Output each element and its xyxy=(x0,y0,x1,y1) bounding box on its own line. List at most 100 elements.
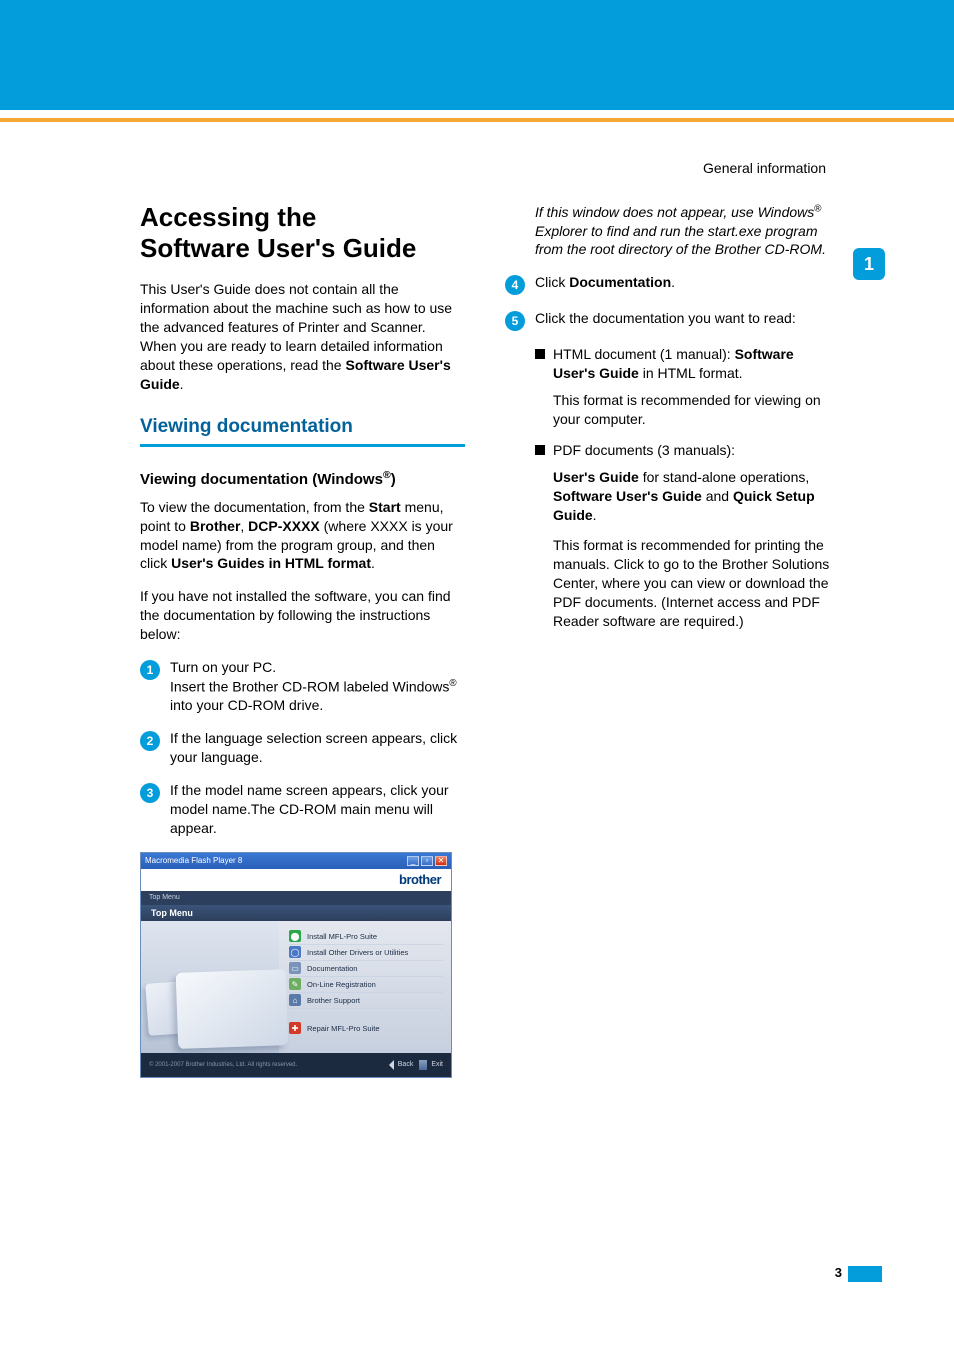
content-area: Accessing the Software User's Guide This… xyxy=(140,202,830,1078)
exit-button: Exit xyxy=(419,1060,443,1070)
title-line-2: Software User's Guide xyxy=(140,233,416,263)
close-icon: ✕ xyxy=(435,856,447,866)
b2sb: for stand-alone operations, xyxy=(639,469,809,485)
pencil-icon: ✎ xyxy=(289,978,301,990)
bullet-html-text: HTML document (1 manual): Software User'… xyxy=(553,345,830,383)
s4c: . xyxy=(671,274,675,290)
menu-item-install-suite: ⬤ Install MFL-Pro Suite xyxy=(289,929,443,945)
exit-icon xyxy=(419,1060,427,1070)
top-menu-header: Top Menu xyxy=(141,905,451,921)
step-2-text: If the language selection screen appears… xyxy=(170,729,465,767)
bullet-pdf-sub1: User's Guide for stand-alone operations,… xyxy=(553,468,830,525)
p2h: User's Guides in HTML format xyxy=(171,555,371,571)
installer-body: ⬤ Install MFL-Pro Suite ◯ Install Other … xyxy=(141,921,451,1053)
menu-label: Documentation xyxy=(307,964,357,973)
back-button: Back xyxy=(384,1060,414,1070)
maximize-icon: ▫ xyxy=(421,856,433,866)
home-icon: ⌂ xyxy=(289,994,301,1006)
bullet-pdf-sub2: This format is recommended for printing … xyxy=(553,536,830,630)
step-number-1: 1 xyxy=(140,660,160,680)
b2sa: User's Guide xyxy=(553,469,639,485)
installer-screenshot: Macromedia Flash Player 8 _ ▫ ✕ brother … xyxy=(140,852,452,1078)
square-bullet-icon xyxy=(535,445,545,455)
note-b: Explorer to find and run the start.exe p… xyxy=(535,223,826,258)
menu-label: Brother Support xyxy=(307,996,360,1005)
s1a: Turn on your PC. xyxy=(170,659,276,675)
note-paragraph: If this window does not appear, use Wind… xyxy=(535,202,830,259)
top-banner xyxy=(0,0,954,118)
page-number-bar xyxy=(848,1266,882,1282)
step-1: 1 Turn on your PC. Insert the Brother CD… xyxy=(140,658,465,715)
menu-item-support: ⌂ Brother Support xyxy=(289,993,443,1009)
minimize-icon: _ xyxy=(407,856,419,866)
chapter-tab: 1 xyxy=(853,248,885,280)
step-2: 2 If the language selection screen appea… xyxy=(140,729,465,767)
registered-mark: ® xyxy=(383,469,391,481)
menu-label: On-Line Registration xyxy=(307,980,376,989)
page-number: 3 xyxy=(835,1265,842,1280)
b2sc: Software User's Guide xyxy=(553,488,702,504)
s1sup: ® xyxy=(449,678,456,689)
step-4-text: Click Documentation. xyxy=(535,273,830,292)
step-3-text: If the model name screen appears, click … xyxy=(170,781,465,838)
p2b: Start xyxy=(369,499,401,515)
plus-icon: ✚ xyxy=(289,1022,301,1034)
subsection-heading: Viewing documentation (Windows®) xyxy=(140,469,465,488)
disc-icon: ⬤ xyxy=(289,930,301,942)
step-number-4: 4 xyxy=(505,275,525,295)
step-1-text: Turn on your PC. Insert the Brother CD-R… xyxy=(170,658,465,715)
instructions-intro: If you have not installed the software, … xyxy=(140,587,465,644)
page-title: Accessing the Software User's Guide xyxy=(140,202,465,264)
running-header: General information xyxy=(703,160,826,176)
p2a: To view the documentation, from the xyxy=(140,499,369,515)
b2sd: and xyxy=(702,488,733,504)
bullet-html-sub: This format is recommended for viewing o… xyxy=(553,391,830,429)
s4b: Documentation xyxy=(569,274,671,290)
p2f: DCP-XXXX xyxy=(248,518,320,534)
menu-item-other-drivers: ◯ Install Other Drivers or Utilities xyxy=(289,945,443,961)
menu-item-repair: ✚ Repair MFL-Pro Suite xyxy=(289,1021,443,1037)
banner-orange-strip xyxy=(0,118,954,122)
menu-label: Install Other Drivers or Utilities xyxy=(307,948,408,957)
step-5-bullets: HTML document (1 manual): Software User'… xyxy=(535,345,830,631)
installer-menu: ⬤ Install MFL-Pro Suite ◯ Install Other … xyxy=(279,921,451,1053)
exit-label: Exit xyxy=(431,1061,443,1068)
h3-suffix: ) xyxy=(391,471,396,488)
window-controls: _ ▫ ✕ xyxy=(407,856,447,866)
step-4: 4 Click Documentation. xyxy=(505,273,830,295)
note-a: If this window does not appear, use Wind… xyxy=(535,204,814,220)
step-5: 5 Click the documentation you want to re… xyxy=(505,309,830,331)
p2e: , xyxy=(240,518,248,534)
banner-white-strip xyxy=(0,110,954,118)
brand-bar: brother xyxy=(141,869,451,891)
s1b1: Insert the Brother CD-ROM labeled Window… xyxy=(170,679,449,695)
product-image xyxy=(141,921,279,1053)
brother-logo: brother xyxy=(399,872,441,887)
menu-item-documentation: ▭ Documentation xyxy=(289,961,443,977)
document-page: General information 1 Accessing the Soft… xyxy=(0,0,954,1350)
intro-paragraph: This User's Guide does not contain all t… xyxy=(140,280,465,393)
window-title: Macromedia Flash Player 8 xyxy=(145,856,242,865)
p2d: Brother xyxy=(190,518,241,534)
back-arrow-icon xyxy=(384,1060,394,1070)
step-5-text: Click the documentation you want to read… xyxy=(535,309,830,328)
menu-gap xyxy=(289,1009,443,1021)
menu-item-registration: ✎ On-Line Registration xyxy=(289,977,443,993)
installer-footer: © 2001-2007 Brother Industries, Ltd. All… xyxy=(141,1053,451,1077)
s1b2: into your CD-ROM drive. xyxy=(170,697,323,713)
menu-label: Repair MFL-Pro Suite xyxy=(307,1024,380,1033)
bullet-pdf-text: PDF documents (3 manuals): xyxy=(553,441,830,460)
document-icon: ▭ xyxy=(289,962,301,974)
right-column: If this window does not appear, use Wind… xyxy=(505,202,830,1078)
heading-underline xyxy=(140,444,465,447)
bullet-html: HTML document (1 manual): Software User'… xyxy=(535,345,830,383)
title-line-1: Accessing the xyxy=(140,202,316,232)
breadcrumb-bar: Top Menu xyxy=(141,891,451,905)
intro-end: . xyxy=(180,376,184,392)
p2i: . xyxy=(371,555,375,571)
view-doc-paragraph: To view the documentation, from the Star… xyxy=(140,498,465,574)
b2sf: . xyxy=(593,507,597,523)
h3-prefix: Viewing documentation (Windows xyxy=(140,471,383,488)
note-sup: ® xyxy=(814,203,821,214)
s4a: Click xyxy=(535,274,569,290)
